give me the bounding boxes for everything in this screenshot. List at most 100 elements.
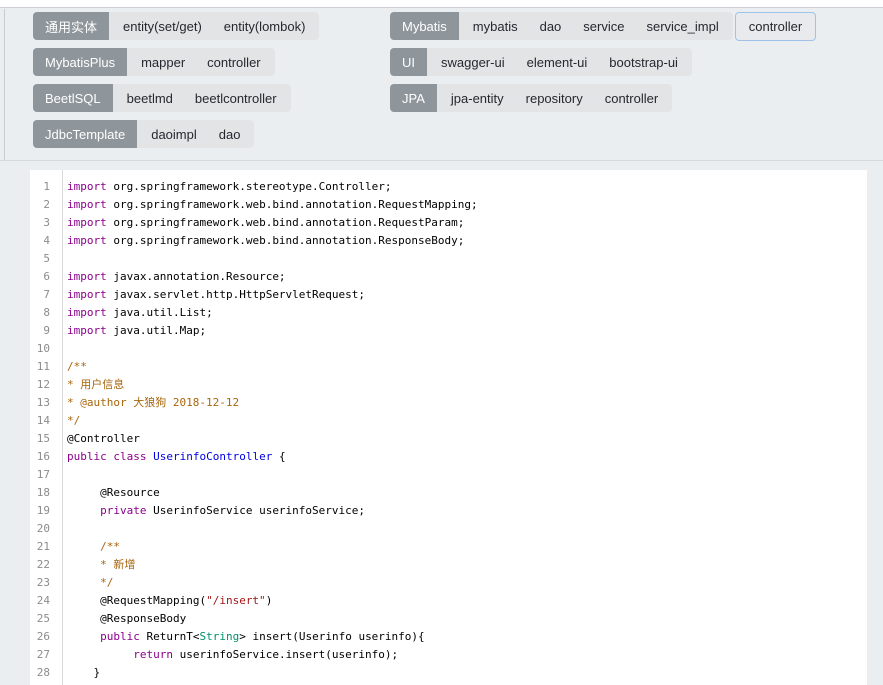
code-line[interactable]: 11/** [30,358,867,376]
template-button-controller[interactable]: controller [207,55,260,70]
code-text: import javax.annotation.Resource; [56,268,286,286]
group-label: UI [390,48,427,76]
code-line[interactable]: 20 [30,520,867,538]
template-groups-right: Mybatismybatisdaoserviceservice_implcont… [390,12,816,120]
code-line[interactable]: 16public class UserinfoController { [30,448,867,466]
code-line[interactable]: 3import org.springframework.web.bind.ann… [30,214,867,232]
code-line[interactable]: 22 * 新增 [30,556,867,574]
top-strip [0,0,883,8]
line-number: 8 [30,304,56,322]
code-line[interactable]: 12* 用户信息 [30,376,867,394]
tag-row: 通用实体 entity(set/get) entity(lombok) [33,12,319,40]
code-text: public class UserinfoController { [56,448,286,466]
template-button-jpa-entity[interactable]: jpa-entity [451,91,504,106]
group-items: swagger-ui element-ui bootstrap-ui [427,48,692,76]
template-button-service[interactable]: service [583,19,624,34]
line-number: 19 [30,502,56,520]
code-line[interactable]: 5 [30,250,867,268]
line-number: 16 [30,448,56,466]
group-label: JPA [390,84,437,112]
template-button-entity(set/get)[interactable]: entity(set/get) [123,19,202,34]
template-button-controller[interactable]: controller [605,91,658,106]
code-text: import org.springframework.web.bind.anno… [56,196,478,214]
code-line[interactable]: 6import javax.annotation.Resource; [30,268,867,286]
template-selector-area: 通用实体 entity(set/get) entity(lombok) Mybatis… [0,9,883,161]
template-button-dao[interactable]: dao [219,127,241,142]
code-line[interactable]: 8import java.util.List; [30,304,867,322]
line-number: 24 [30,592,56,610]
group-items: mapper controller [127,48,275,76]
code-text: public ReturnT<String> insert(Userinfo u… [56,628,425,646]
code-line[interactable]: 27 return userinfoService.insert(userinf… [30,646,867,664]
template-button-dao[interactable]: dao [540,19,562,34]
code-line[interactable]: 23 */ [30,574,867,592]
line-number: 7 [30,286,56,304]
line-number: 25 [30,610,56,628]
tag-row: JPA jpa-entity repository controller [390,84,816,112]
template-button-mybatis[interactable]: mybatis [473,19,518,34]
template-button-beetlcontroller[interactable]: beetlcontroller [195,91,277,106]
code-text: * 新增 [56,556,135,574]
line-number: 10 [30,340,56,358]
group-items: beetlmd beetlcontroller [113,84,291,112]
group-label: MybatisPlus [33,48,127,76]
template-group: UI swagger-ui element-ui bootstrap-ui [390,48,692,76]
code-text: } [56,664,100,682]
line-number: 1 [30,178,56,196]
template-button-bootstrap-ui[interactable]: bootstrap-ui [609,55,678,70]
group-label: BeetlSQL [33,84,113,112]
template-button-beetlmd[interactable]: beetlmd [127,91,173,106]
code-line[interactable]: 15@Controller [30,430,867,448]
code-line[interactable]: 26 public ReturnT<String> insert(Userinf… [30,628,867,646]
line-number: 28 [30,664,56,682]
tag-row: JdbcTemplatedaoimpldao [33,120,319,148]
code-line[interactable]: 25 @ResponseBody [30,610,867,628]
code-line[interactable]: 9import java.util.Map; [30,322,867,340]
code-line[interactable]: 28 } [30,664,867,682]
code-text: return userinfoService.insert(userinfo); [56,646,398,664]
line-number: 11 [30,358,56,376]
code-text: import org.springframework.web.bind.anno… [56,214,464,232]
template-button-entity(lombok)[interactable]: entity(lombok) [224,19,306,34]
code-line[interactable]: 4import org.springframework.web.bind.ann… [30,232,867,250]
template-button-element-ui[interactable]: element-ui [527,55,588,70]
code-line[interactable]: 13* @author 大狼狗 2018-12-12 [30,394,867,412]
code-line[interactable]: 21 /** [30,538,867,556]
code-editor[interactable]: 1import org.springframework.stereotype.C… [30,170,867,685]
code-line[interactable]: 24 @RequestMapping("/insert") [30,592,867,610]
line-number: 14 [30,412,56,430]
code-text: /** [56,538,120,556]
code-lines: 1import org.springframework.stereotype.C… [30,178,867,682]
code-line[interactable]: 7import javax.servlet.http.HttpServletRe… [30,286,867,304]
code-line[interactable]: 19 private UserinfoService userinfoServi… [30,502,867,520]
group-label: 通用实体 [33,12,109,40]
group-items: entity(set/get) entity(lombok) [109,12,319,40]
code-line[interactable]: 17 [30,466,867,484]
code-line[interactable]: 1import org.springframework.stereotype.C… [30,178,867,196]
code-text [56,466,67,484]
code-line[interactable]: 14*/ [30,412,867,430]
template-group: MybatisPlus mapper controller [33,48,275,76]
template-button-mapper[interactable]: mapper [141,55,185,70]
line-number: 12 [30,376,56,394]
template-button-repository[interactable]: repository [526,91,583,106]
group-items: daoimpl dao [137,120,254,148]
code-line[interactable]: 18 @Resource [30,484,867,502]
group-items: jpa-entity repository controller [437,84,672,112]
tag-row: Mybatis mybatis dao service service_impl cont… [390,12,816,40]
code-text: * @author 大狼狗 2018-12-12 [56,394,239,412]
template-button-daoimpl[interactable]: daoimpl [151,127,197,142]
code-text [56,250,67,268]
template-button-controller-selected[interactable]: controller [735,12,816,41]
group-label: Mybatis [390,12,459,40]
line-number: 9 [30,322,56,340]
code-line[interactable]: 2import org.springframework.web.bind.ann… [30,196,867,214]
line-number: 23 [30,574,56,592]
template-button-swagger-ui[interactable]: swagger-ui [441,55,505,70]
line-number: 6 [30,268,56,286]
template-button-service_impl[interactable]: service_impl [646,19,718,34]
line-number: 5 [30,250,56,268]
code-line[interactable]: 10 [30,340,867,358]
code-text: import java.util.List; [56,304,213,322]
code-text: import org.springframework.web.bind.anno… [56,232,464,250]
